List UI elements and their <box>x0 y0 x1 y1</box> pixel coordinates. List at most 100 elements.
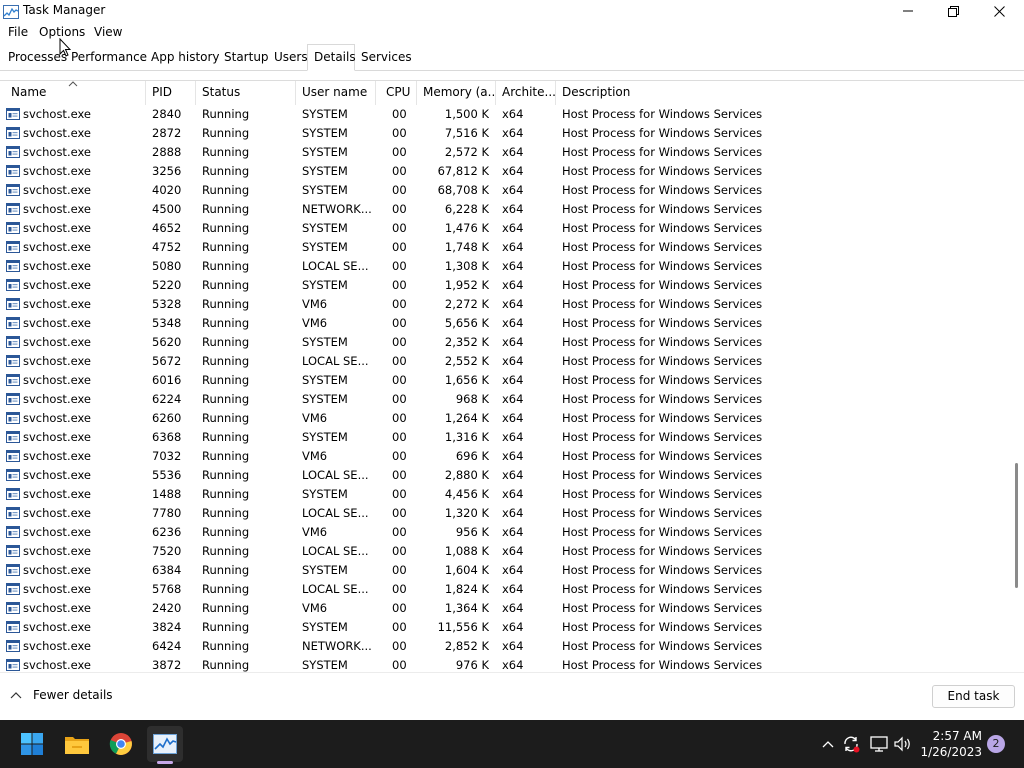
cell-status: Running <box>202 639 250 653</box>
tab-startup[interactable]: Startup <box>224 49 269 71</box>
table-row[interactable]: svchost.exe 7780 Running LOCAL SE... 00 1,320… <box>0 504 1008 523</box>
process-icon <box>6 621 20 633</box>
cell-desc: Host Process for Windows Services <box>562 259 763 273</box>
table-row[interactable]: svchost.exe 6368 Running SYSTEM 00 1,316 K x64… <box>0 428 1008 447</box>
table-row[interactable]: svchost.exe 2840 Running SYSTEM 00 1,500 K x64… <box>0 105 1008 124</box>
cell-pid: 5328 <box>152 297 182 311</box>
cell-desc: Host Process for Windows Services <box>562 601 763 615</box>
menu-options[interactable]: Options <box>39 25 85 39</box>
process-icon <box>6 640 20 652</box>
cell-user: VM6 <box>302 525 328 539</box>
close-button[interactable] <box>976 0 1022 22</box>
table-row[interactable]: svchost.exe 5536 Running LOCAL SE... 00 2,880… <box>0 466 1008 485</box>
table-row[interactable]: svchost.exe 4020 Running SYSTEM 00 68,708 K x6… <box>0 181 1008 200</box>
column-header-architecture[interactable]: Archite... <box>495 81 556 105</box>
table-row[interactable]: svchost.exe 6424 Running NETWORK... 00 2,852 … <box>0 637 1008 656</box>
table-row[interactable]: svchost.exe 5768 Running LOCAL SE... 00 1,824… <box>0 580 1008 599</box>
menu-file[interactable]: File <box>8 25 28 39</box>
volume-icon <box>894 736 910 752</box>
column-header-status[interactable]: Status <box>195 81 296 105</box>
table-row[interactable]: svchost.exe 4752 Running SYSTEM 00 1,748 K x64… <box>0 238 1008 257</box>
cell-cpu: 00 <box>392 601 407 615</box>
table-row[interactable]: svchost.exe 3872 Running SYSTEM 00 976 K x64 Ho… <box>0 656 1008 672</box>
scrollbar-thumb[interactable] <box>1015 463 1018 588</box>
cell-memory: 7,516 K <box>444 126 489 140</box>
cell-cpu: 00 <box>392 639 407 653</box>
tab-services[interactable]: Services <box>361 49 412 71</box>
cell-user: SYSTEM <box>302 164 348 178</box>
cell-memory: 1,364 K <box>444 601 489 615</box>
table-row[interactable]: svchost.exe 5080 Running LOCAL SE... 00 1,308… <box>0 257 1008 276</box>
table-row[interactable]: svchost.exe 5220 Running SYSTEM 00 1,952 K x64… <box>0 276 1008 295</box>
tab-performance[interactable]: Performance <box>71 49 147 71</box>
show-hidden-icons-button[interactable] <box>818 734 838 754</box>
process-icon <box>6 165 20 177</box>
table-row[interactable]: svchost.exe 6224 Running SYSTEM 00 968 K x64 Ho… <box>0 390 1008 409</box>
table-row[interactable]: svchost.exe 5328 Running VM6 00 2,272 K x64 Hos… <box>0 295 1008 314</box>
cell-name: svchost.exe <box>23 658 92 672</box>
restore-button[interactable] <box>930 0 976 22</box>
table-row[interactable]: svchost.exe 3256 Running SYSTEM 00 67,812 K x6… <box>0 162 1008 181</box>
table-row[interactable]: svchost.exe 2872 Running SYSTEM 00 7,516 K x64… <box>0 124 1008 143</box>
cell-desc: Host Process for Windows Services <box>562 335 763 349</box>
minimize-button[interactable] <box>885 0 931 22</box>
cell-cpu: 00 <box>392 316 407 330</box>
sync-status-button[interactable] <box>841 734 861 754</box>
task-manager-taskbar-button[interactable] <box>147 726 183 762</box>
cell-name: svchost.exe <box>23 316 92 330</box>
table-row[interactable]: svchost.exe 4652 Running SYSTEM 00 1,476 K x64… <box>0 219 1008 238</box>
start-button[interactable] <box>14 726 50 762</box>
volume-button[interactable] <box>893 734 913 754</box>
table-row[interactable]: svchost.exe 3824 Running SYSTEM 00 11,556 K x6… <box>0 618 1008 637</box>
tab-users[interactable]: Users <box>274 49 308 71</box>
column-header-user-name[interactable]: User name <box>295 81 376 105</box>
cell-pid: 3872 <box>152 658 182 672</box>
cell-cpu: 00 <box>392 202 407 216</box>
cell-name: svchost.exe <box>23 297 92 311</box>
end-task-button[interactable]: End task <box>932 685 1015 708</box>
cell-arch: x64 <box>502 601 524 615</box>
table-row[interactable]: svchost.exe 6236 Running VM6 00 956 K x64 Host … <box>0 523 1008 542</box>
table-row[interactable]: svchost.exe 2420 Running VM6 00 1,364 K x64 Hos… <box>0 599 1008 618</box>
cell-status: Running <box>202 316 250 330</box>
taskbar-clock[interactable]: 2:57 AM 1/26/2023 <box>918 728 982 760</box>
cell-name: svchost.exe <box>23 487 92 501</box>
table-row[interactable]: svchost.exe 6260 Running VM6 00 1,264 K x64 Hos… <box>0 409 1008 428</box>
cell-pid: 6424 <box>152 639 182 653</box>
process-icon <box>6 507 20 519</box>
table-row[interactable]: svchost.exe 5620 Running SYSTEM 00 2,352 K x64… <box>0 333 1008 352</box>
start-icon <box>21 733 43 755</box>
cell-status: Running <box>202 202 250 216</box>
menu-view[interactable]: View <box>94 25 122 39</box>
table-row[interactable]: svchost.exe 4500 Running NETWORK... 00 6,228 … <box>0 200 1008 219</box>
notification-badge[interactable]: 2 <box>987 735 1005 753</box>
cell-status: Running <box>202 259 250 273</box>
tab-app-history[interactable]: App history <box>151 49 220 71</box>
cell-user: SYSTEM <box>302 620 348 634</box>
column-header-pid[interactable]: PID <box>145 81 196 105</box>
table-row[interactable]: svchost.exe 7520 Running LOCAL SE... 00 1,088… <box>0 542 1008 561</box>
vertical-scrollbar[interactable] <box>1008 81 1024 672</box>
table-row[interactable]: svchost.exe 7032 Running VM6 00 696 K x64 Host … <box>0 447 1008 466</box>
chrome-button[interactable] <box>103 726 139 762</box>
cell-desc: Host Process for Windows Services <box>562 145 763 159</box>
table-row[interactable]: svchost.exe 5348 Running VM6 00 5,656 K x64 Hos… <box>0 314 1008 333</box>
cell-name: svchost.exe <box>23 411 92 425</box>
table-row[interactable]: svchost.exe 6384 Running SYSTEM 00 1,604 K x64… <box>0 561 1008 580</box>
table-row[interactable]: svchost.exe 6016 Running SYSTEM 00 1,656 K x64… <box>0 371 1008 390</box>
column-header-description[interactable]: Description <box>555 81 1008 105</box>
table-row[interactable]: svchost.exe 1488 Running SYSTEM 00 4,456 K x64… <box>0 485 1008 504</box>
column-header-memory[interactable]: Memory (a... <box>416 81 496 105</box>
table-row[interactable]: svchost.exe 5672 Running LOCAL SE... 00 2,552… <box>0 352 1008 371</box>
fewer-details-toggle[interactable]: Fewer details <box>10 688 113 702</box>
cell-pid: 5620 <box>152 335 182 349</box>
cell-user: SYSTEM <box>302 563 348 577</box>
file-explorer-button[interactable] <box>59 726 95 762</box>
cell-desc: Host Process for Windows Services <box>562 411 763 425</box>
network-button[interactable] <box>869 734 889 754</box>
column-header-cpu[interactable]: CPU <box>379 81 417 105</box>
tab-details[interactable]: Details <box>307 44 356 71</box>
table-row[interactable]: svchost.exe 2888 Running SYSTEM 00 2,572 K x64… <box>0 143 1008 162</box>
cell-status: Running <box>202 411 250 425</box>
cell-status: Running <box>202 297 250 311</box>
